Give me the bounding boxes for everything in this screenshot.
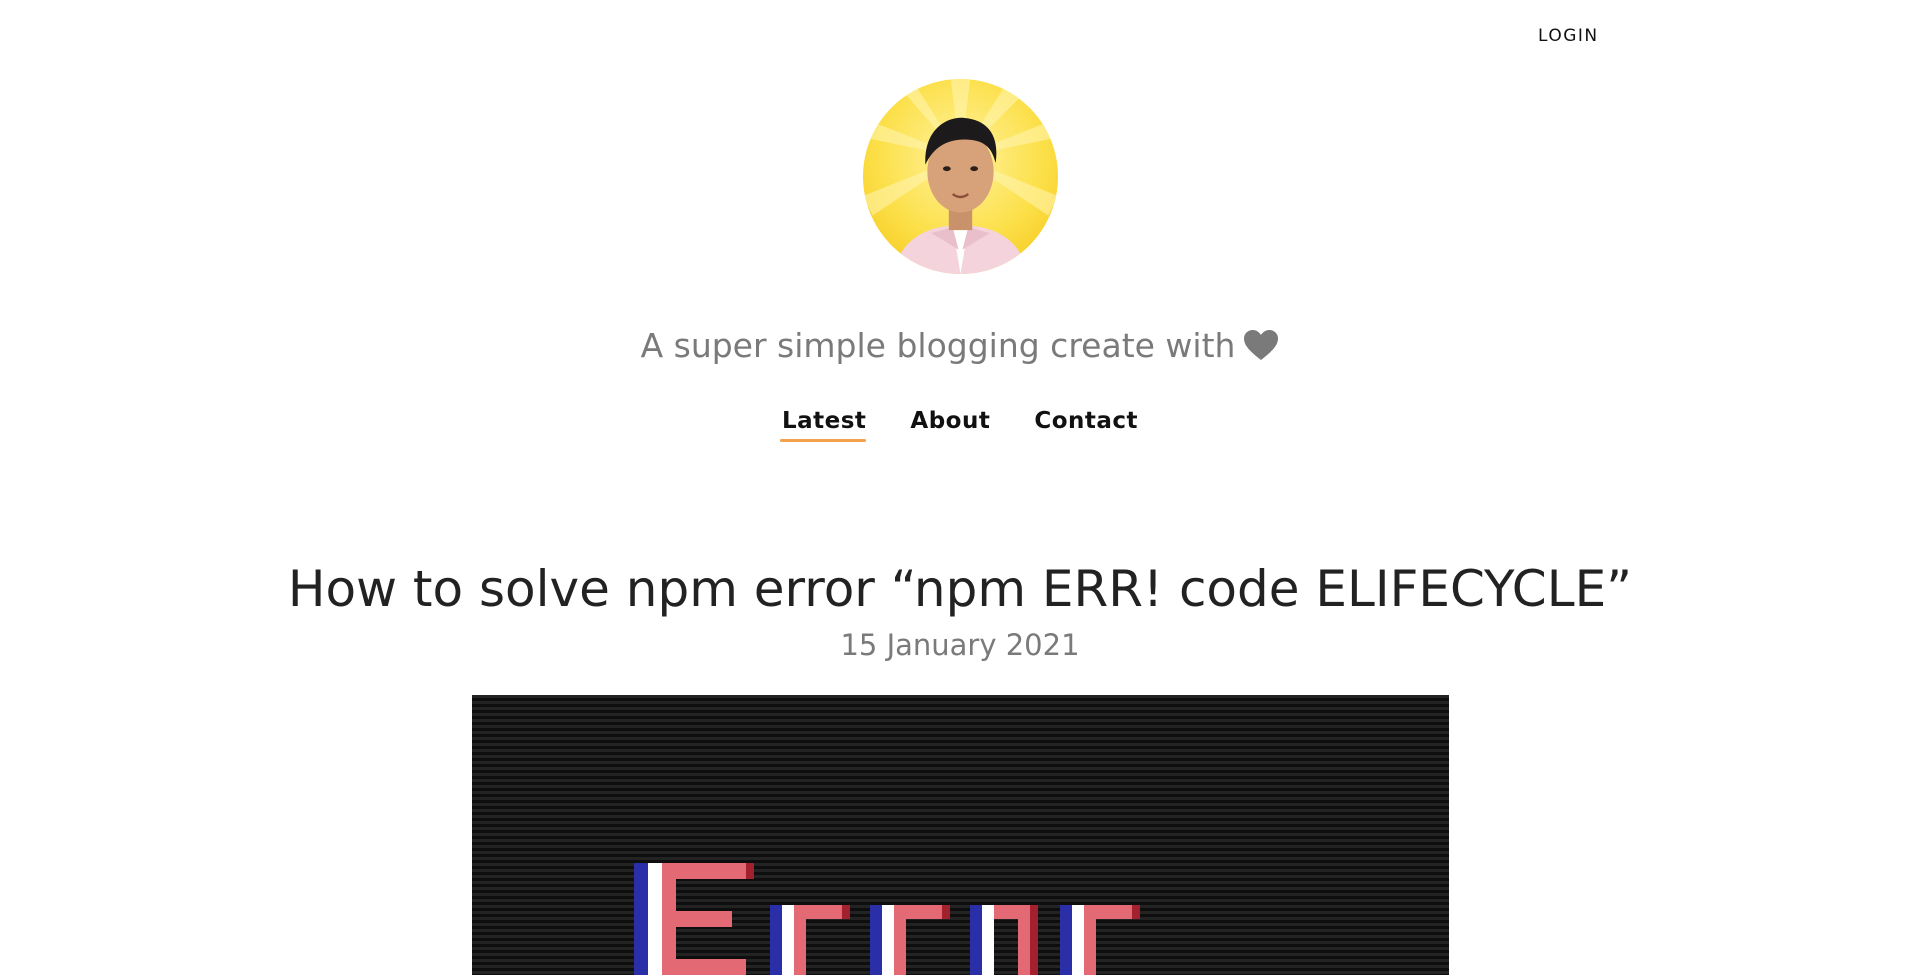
- tagline-text: A super simple blogging create with: [640, 326, 1236, 365]
- cover-error-graphic: [634, 863, 1140, 975]
- post-cover-image[interactable]: [472, 695, 1449, 975]
- login-link[interactable]: LOGIN: [1538, 26, 1599, 46]
- main-nav: Latest About Contact: [0, 408, 1920, 442]
- post-title[interactable]: How to solve npm error “npm ERR! code EL…: [0, 560, 1920, 618]
- heart-icon: [1243, 329, 1279, 369]
- nav-item-contact[interactable]: Contact: [1034, 408, 1138, 442]
- avatar: [863, 79, 1058, 274]
- post-date: 15 January 2021: [840, 628, 1080, 662]
- tagline: A super simple blogging create with: [0, 326, 1920, 369]
- page: LOGIN A super simple blogging create wit…: [0, 0, 1920, 975]
- avatar-image: [863, 79, 1058, 274]
- nav-item-about[interactable]: About: [910, 408, 990, 442]
- nav-item-latest[interactable]: Latest: [779, 408, 867, 442]
